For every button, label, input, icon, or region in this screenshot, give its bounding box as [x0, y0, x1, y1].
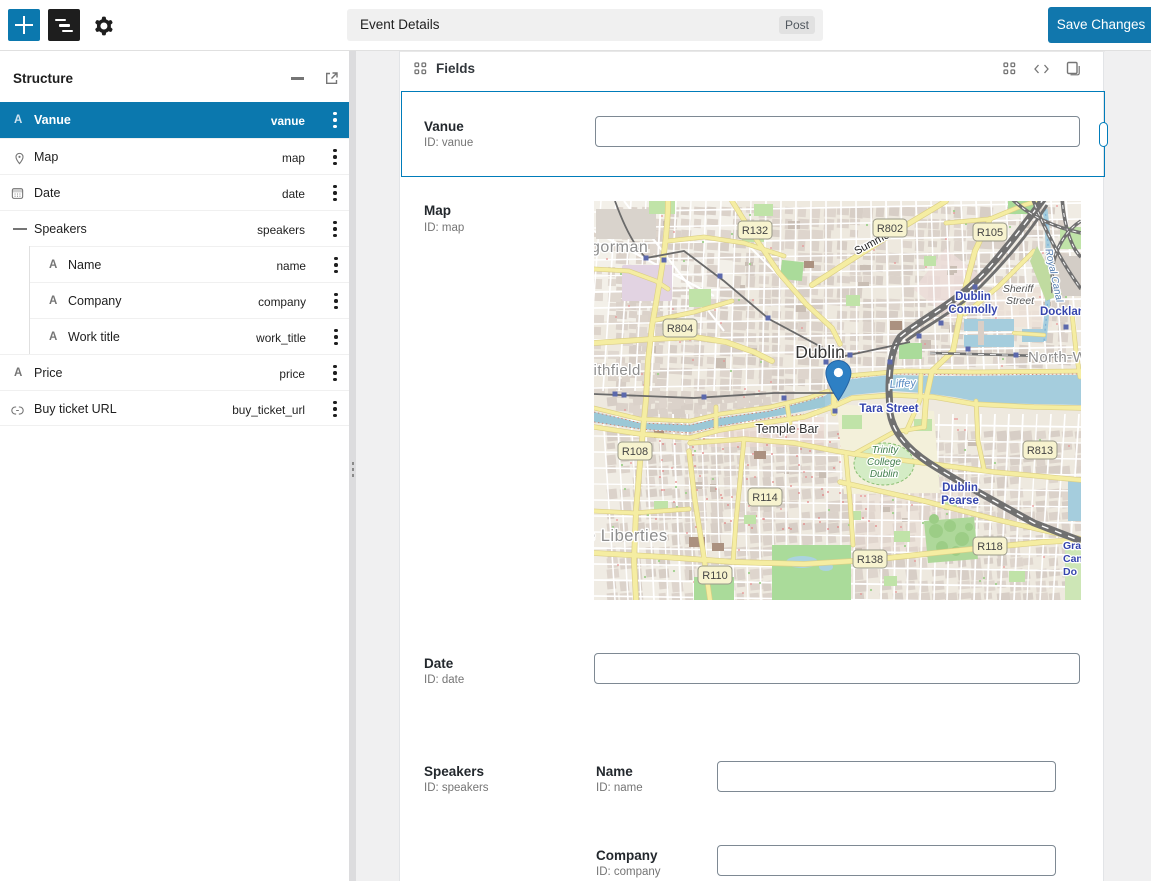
svg-text:Temple Bar: Temple Bar — [755, 422, 818, 436]
svg-text:Pearse: Pearse — [941, 495, 979, 507]
svg-text:R108: R108 — [622, 446, 648, 458]
svg-text:Liffey: Liffey — [889, 377, 918, 391]
svg-text:R114: R114 — [752, 492, 777, 504]
svg-text:Street: Street — [1006, 295, 1035, 307]
svg-text:R110: R110 — [702, 570, 727, 582]
svg-text:Docklands: Docklands — [1040, 306, 1081, 318]
svg-text:R138: R138 — [857, 554, 883, 566]
svg-text:Can: Can — [1063, 553, 1081, 565]
svg-text:R105: R105 — [977, 227, 1003, 239]
svg-text:e Liberties: e Liberties — [594, 527, 668, 545]
svg-text:Dublin: Dublin — [795, 342, 845, 362]
svg-text:R813: R813 — [1027, 445, 1053, 457]
svg-text:Do: Do — [1063, 566, 1077, 578]
svg-text:R802: R802 — [877, 223, 903, 235]
svg-text:R804: R804 — [667, 323, 693, 335]
svg-text:Dublin: Dublin — [955, 291, 991, 303]
svg-text:R132: R132 — [742, 225, 768, 237]
svg-text:Trinity: Trinity — [872, 445, 899, 456]
svg-text:Gra: Gra — [1063, 540, 1081, 552]
svg-text:Tara Street: Tara Street — [859, 403, 918, 415]
svg-text:Connolly: Connolly — [948, 304, 998, 316]
svg-text:College: College — [867, 457, 901, 468]
svg-text:gorman: gorman — [594, 239, 648, 256]
svg-text:R118: R118 — [977, 541, 1002, 553]
svg-text:North-Wall: North-Wall — [1028, 349, 1081, 366]
svg-text:Dublin: Dublin — [942, 482, 978, 494]
svg-text:Sheriff: Sheriff — [1003, 283, 1034, 295]
svg-text:Smithfield: Smithfield — [594, 362, 641, 379]
svg-text:Dublin: Dublin — [870, 469, 899, 480]
